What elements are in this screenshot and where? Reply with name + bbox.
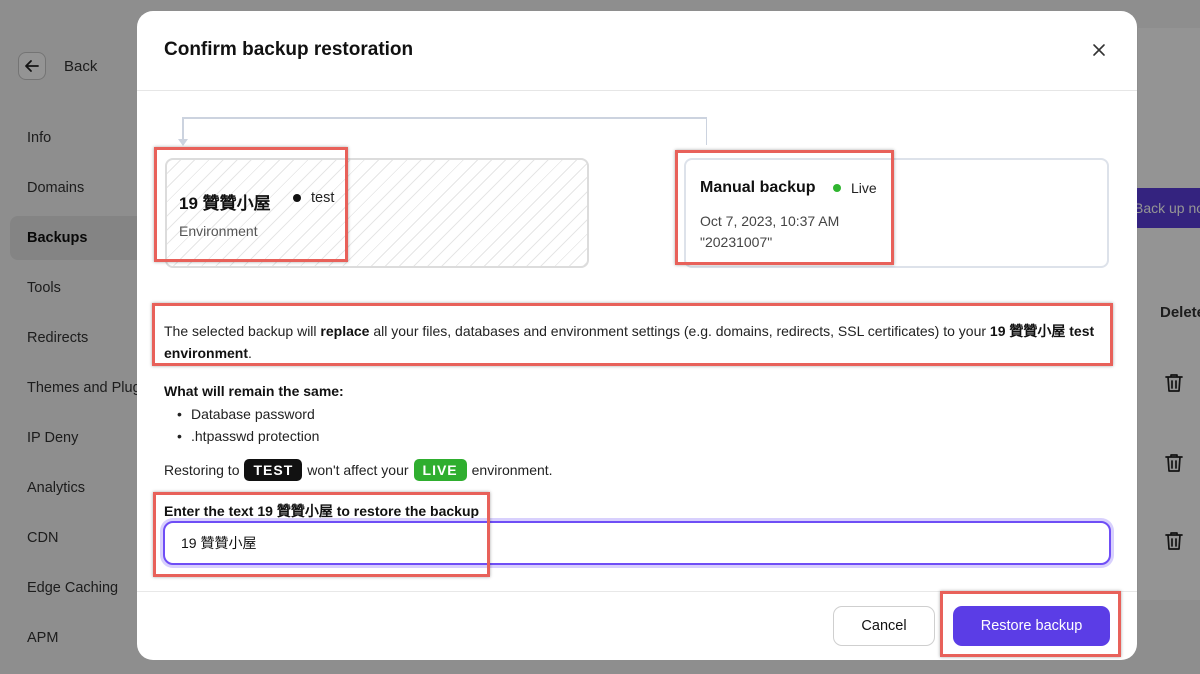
restoring-suffix: environment. [471, 462, 553, 478]
restore-backup-button[interactable]: Restore backup [953, 606, 1110, 646]
restoring-note: Restoring to TEST won't affect your LIVE… [164, 458, 553, 482]
backup-name: Manual backup [700, 179, 816, 196]
warning-text-part: The selected backup will [164, 323, 321, 339]
backup-id: "20231007" [700, 234, 773, 250]
environment-dot-icon [293, 194, 301, 202]
modal-header: Confirm backup restoration [137, 11, 1137, 91]
close-icon[interactable] [1088, 39, 1110, 61]
environment-name: 19 贊贊小屋 [179, 194, 271, 213]
test-badge: TEST [244, 459, 303, 481]
environment-label: Environment [179, 223, 258, 239]
warning-text-part: all your files, databases and environmen… [369, 323, 990, 339]
confirm-text-input[interactable] [163, 521, 1111, 565]
modal-title: Confirm backup restoration [164, 39, 414, 60]
list-item: .htpasswd protection [177, 425, 319, 447]
warning-text-bold: replace [320, 323, 370, 339]
live-badge: LIVE [413, 459, 467, 481]
warning-text-part: . [248, 345, 252, 361]
backup-date: Oct 7, 2023, 10:37 AM [700, 213, 840, 229]
restore-flow-arrow-icon [178, 117, 707, 146]
restoring-middle: won't affect your [307, 462, 409, 478]
cancel-button[interactable]: Cancel [833, 606, 935, 646]
replace-warning-text: The selected backup will replace all you… [164, 320, 1114, 364]
restore-confirm-modal: Confirm backup restoration 19 贊贊小屋 test … [137, 11, 1137, 660]
remain-same-title: What will remain the same: [164, 383, 344, 399]
confirm-input-label: Enter the text 19 贊贊小屋 to restore the ba… [164, 503, 480, 519]
remain-same-list: Database password .htpasswd protection [177, 403, 319, 447]
environment-tag: test [311, 190, 335, 206]
live-status-dot-icon [833, 184, 841, 192]
backup-status: Live [851, 180, 877, 196]
list-item: Database password [177, 403, 319, 425]
restoring-prefix: Restoring to [164, 462, 240, 478]
